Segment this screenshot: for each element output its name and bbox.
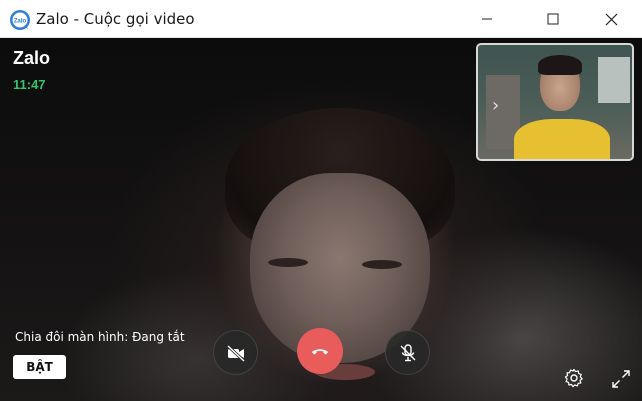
self-video-shirt — [514, 119, 610, 159]
fullscreen-button[interactable] — [610, 368, 632, 390]
camera-toggle-button[interactable] — [213, 330, 258, 375]
minimize-icon — [482, 18, 492, 20]
zalo-logo-icon: Zalo — [9, 9, 31, 31]
chevron-right-icon: › — [492, 95, 500, 116]
mic-toggle-button[interactable] — [385, 330, 430, 375]
window-title: Zalo - Cuộc gọi video — [36, 10, 195, 28]
gear-icon — [564, 368, 583, 388]
split-screen-on-button[interactable]: BẬT — [13, 355, 66, 379]
remote-video-eye-left — [268, 258, 308, 267]
title-bar: Zalo Zalo - Cuộc gọi video — [0, 0, 642, 38]
close-icon — [605, 13, 617, 25]
end-call-button[interactable] — [297, 328, 343, 374]
split-screen-status: Chia đôi màn hình: Đang tắt — [15, 330, 185, 344]
maximize-button[interactable] — [530, 0, 576, 38]
call-duration: 11:47 — [13, 77, 46, 92]
remote-video-eye-right — [362, 260, 402, 269]
logo-text: Zalo — [14, 19, 27, 25]
self-video-window — [598, 57, 630, 103]
close-button[interactable] — [588, 0, 634, 38]
expand-icon — [612, 370, 630, 388]
video-off-icon — [226, 344, 245, 362]
mic-off-icon — [400, 343, 415, 361]
caller-name: Zalo — [13, 48, 51, 68]
self-video-preview[interactable]: › — [476, 43, 634, 161]
phone-hangup-icon — [312, 349, 328, 355]
minimize-button[interactable] — [464, 0, 510, 38]
settings-button[interactable] — [563, 367, 585, 389]
maximize-icon — [547, 13, 559, 25]
self-video-hair — [538, 55, 582, 75]
